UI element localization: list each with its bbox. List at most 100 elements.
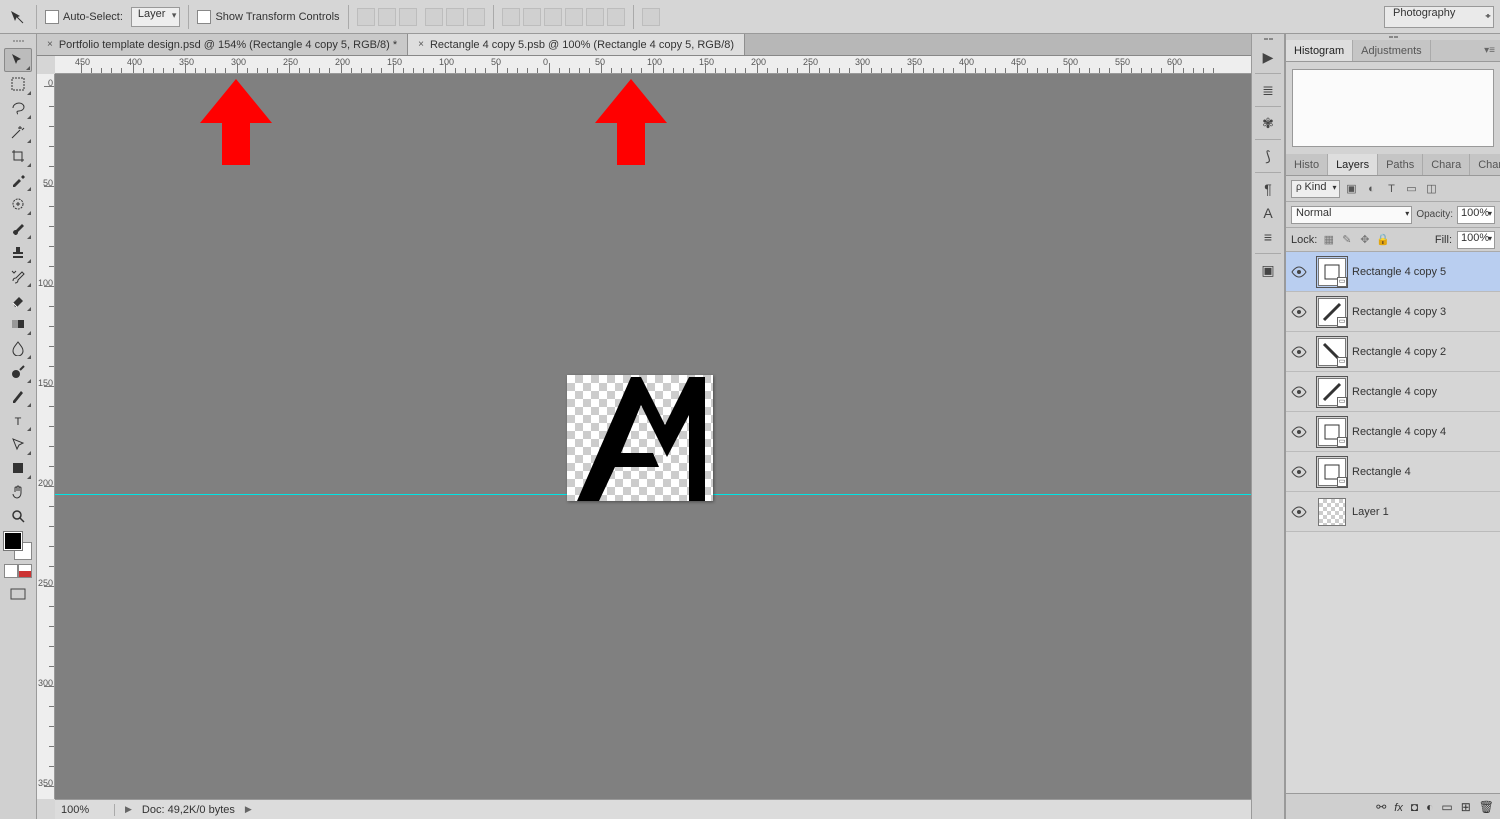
align-top-icon[interactable] [357, 8, 375, 26]
patch-tool[interactable] [4, 192, 32, 216]
layer-row[interactable]: ▭ Rectangle 4 copy 3 [1286, 292, 1500, 332]
layer-name[interactable]: Rectangle 4 copy [1352, 386, 1500, 398]
layer-name[interactable]: Rectangle 4 copy 3 [1352, 306, 1500, 318]
magic-wand-tool[interactable] [4, 120, 32, 144]
device-panel-icon[interactable]: ▣ [1255, 258, 1281, 282]
lasso-tool[interactable] [4, 96, 32, 120]
lock-all-icon[interactable]: 🔒 [1376, 233, 1389, 246]
align-bottom-icon[interactable] [399, 8, 417, 26]
layers-list[interactable]: ▭ Rectangle 4 copy 5 ▭ Rectangle 4 copy 3 ▭ R… [1286, 252, 1500, 793]
new-layer-icon[interactable]: ⊞ [1461, 800, 1471, 814]
zoom-level[interactable]: 100% [61, 804, 115, 816]
screen-mode-button[interactable] [4, 582, 32, 606]
layer-filter-kind-select[interactable]: ρ Kind [1291, 180, 1340, 198]
crop-tool[interactable] [4, 144, 32, 168]
adjustment-layer-icon[interactable]: ◐ [1426, 800, 1433, 814]
layer-thumbnail[interactable]: ▭ [1318, 378, 1346, 406]
visibility-toggle-icon[interactable] [1286, 386, 1312, 398]
delete-layer-icon[interactable]: 🗑 [1479, 800, 1494, 814]
brushes-panel-icon[interactable]: ✾ [1255, 111, 1281, 135]
lock-pixels-icon[interactable]: ✎ [1340, 233, 1353, 246]
layer-name[interactable]: Rectangle 4 copy 5 [1352, 266, 1500, 278]
layer-thumbnail[interactable]: ▭ [1318, 458, 1346, 486]
vertical-ruler[interactable]: 050100150200250300350 [37, 74, 55, 799]
opacity-value[interactable]: 100% [1457, 206, 1495, 224]
eyedropper-tool[interactable] [4, 168, 32, 192]
align-right-icon[interactable] [467, 8, 485, 26]
distribute-left-icon[interactable] [565, 8, 583, 26]
document-tab[interactable]: ×Rectangle 4 copy 5.psb @ 100% (Rectangl… [408, 34, 745, 55]
layer-thumbnail[interactable] [1318, 498, 1346, 526]
canvas[interactable] [567, 375, 713, 501]
char-A-panel-icon[interactable]: A [1255, 201, 1281, 225]
distribute-vcenter-icon[interactable] [523, 8, 541, 26]
dock-grip-icon[interactable] [1254, 38, 1282, 43]
path-select-tool[interactable] [4, 432, 32, 456]
visibility-toggle-icon[interactable] [1286, 266, 1312, 278]
filter-adjust-icon[interactable]: ◐ [1364, 181, 1380, 197]
workspace-select[interactable]: Photography [1384, 6, 1494, 28]
tab-histogram[interactable]: Histogram [1286, 40, 1353, 61]
align-left-icon[interactable] [425, 8, 443, 26]
distribute-hcenter-icon[interactable] [586, 8, 604, 26]
visibility-toggle-icon[interactable] [1286, 506, 1312, 518]
layer-name[interactable]: Rectangle 4 copy 4 [1352, 426, 1500, 438]
auto-select-checkbox[interactable]: Auto-Select: [45, 10, 123, 24]
distribute-bottom-icon[interactable] [544, 8, 562, 26]
layer-row[interactable]: ▭ Rectangle 4 [1286, 452, 1500, 492]
layer-fx-icon[interactable]: fx [1394, 800, 1403, 814]
layer-thumbnail[interactable]: ▭ [1318, 418, 1346, 446]
brush-tool[interactable] [4, 216, 32, 240]
layer-name[interactable]: Rectangle 4 copy 2 [1352, 346, 1500, 358]
play-panel-icon[interactable]: ▶ [1255, 45, 1281, 69]
status-expand-icon[interactable]: ▶ [245, 804, 252, 815]
layer-thumbnail[interactable]: ▭ [1318, 258, 1346, 286]
toolbox-grip-icon[interactable] [3, 40, 33, 46]
gradient-tool[interactable] [4, 312, 32, 336]
history-brush-tool[interactable] [4, 264, 32, 288]
visibility-toggle-icon[interactable] [1286, 426, 1312, 438]
layer-mask-icon[interactable]: ◘ [1411, 800, 1418, 814]
layer-thumbnail[interactable]: ▭ [1318, 338, 1346, 366]
blur-tool[interactable] [4, 336, 32, 360]
filter-type-icon[interactable]: T [1384, 181, 1400, 197]
show-transform-checkbox[interactable]: Show Transform Controls [197, 10, 339, 24]
layer-name[interactable]: Layer 1 [1352, 506, 1500, 518]
visibility-toggle-icon[interactable] [1286, 306, 1312, 318]
close-tab-icon[interactable]: × [47, 39, 53, 50]
tab-character[interactable]: Chara [1423, 154, 1470, 175]
align-vcenter-icon[interactable] [378, 8, 396, 26]
brush-presets-panel-icon[interactable]: ⟆ [1255, 144, 1281, 168]
color-swatch[interactable] [4, 532, 32, 560]
close-tab-icon[interactable]: × [418, 39, 424, 50]
filter-pixel-icon[interactable]: ▣ [1344, 181, 1360, 197]
tab-paths[interactable]: Paths [1378, 154, 1423, 175]
auto-align-icon[interactable] [642, 8, 660, 26]
tab-channels[interactable]: Chann [1470, 154, 1500, 175]
filter-smart-icon[interactable]: ◫ [1424, 181, 1440, 197]
layer-name[interactable]: Rectangle 4 [1352, 466, 1500, 478]
stamp-tool[interactable] [4, 240, 32, 264]
align-hcenter-icon[interactable] [446, 8, 464, 26]
shape-tool[interactable] [4, 456, 32, 480]
layer-thumbnail[interactable]: ▭ [1318, 298, 1346, 326]
horizontal-ruler[interactable]: 4504003503002502001501005005010015020025… [55, 56, 1251, 74]
hist-stack-panel-icon[interactable]: ≣ [1255, 78, 1281, 102]
link-layers-icon[interactable]: ⚯ [1376, 800, 1386, 814]
layer-row[interactable]: Layer 1 [1286, 492, 1500, 532]
layer-row[interactable]: ▭ Rectangle 4 copy 4 [1286, 412, 1500, 452]
hand-tool[interactable] [4, 480, 32, 504]
dodge-tool[interactable] [4, 360, 32, 384]
filter-shape-icon[interactable]: ▭ [1404, 181, 1420, 197]
quickmask-toggle[interactable] [4, 564, 32, 578]
visibility-toggle-icon[interactable] [1286, 466, 1312, 478]
align-para-panel-icon[interactable]: ≡ [1255, 225, 1281, 249]
distribute-right-icon[interactable] [607, 8, 625, 26]
tab-adjustments[interactable]: Adjustments [1353, 40, 1431, 61]
tab-history[interactable]: Histo [1286, 154, 1328, 175]
marquee-tool[interactable] [4, 72, 32, 96]
panel-menu-icon[interactable]: ▾≡ [1479, 40, 1500, 61]
move-tool[interactable] [4, 48, 32, 72]
lock-transparent-icon[interactable]: ▦ [1322, 233, 1335, 246]
distribute-top-icon[interactable] [502, 8, 520, 26]
